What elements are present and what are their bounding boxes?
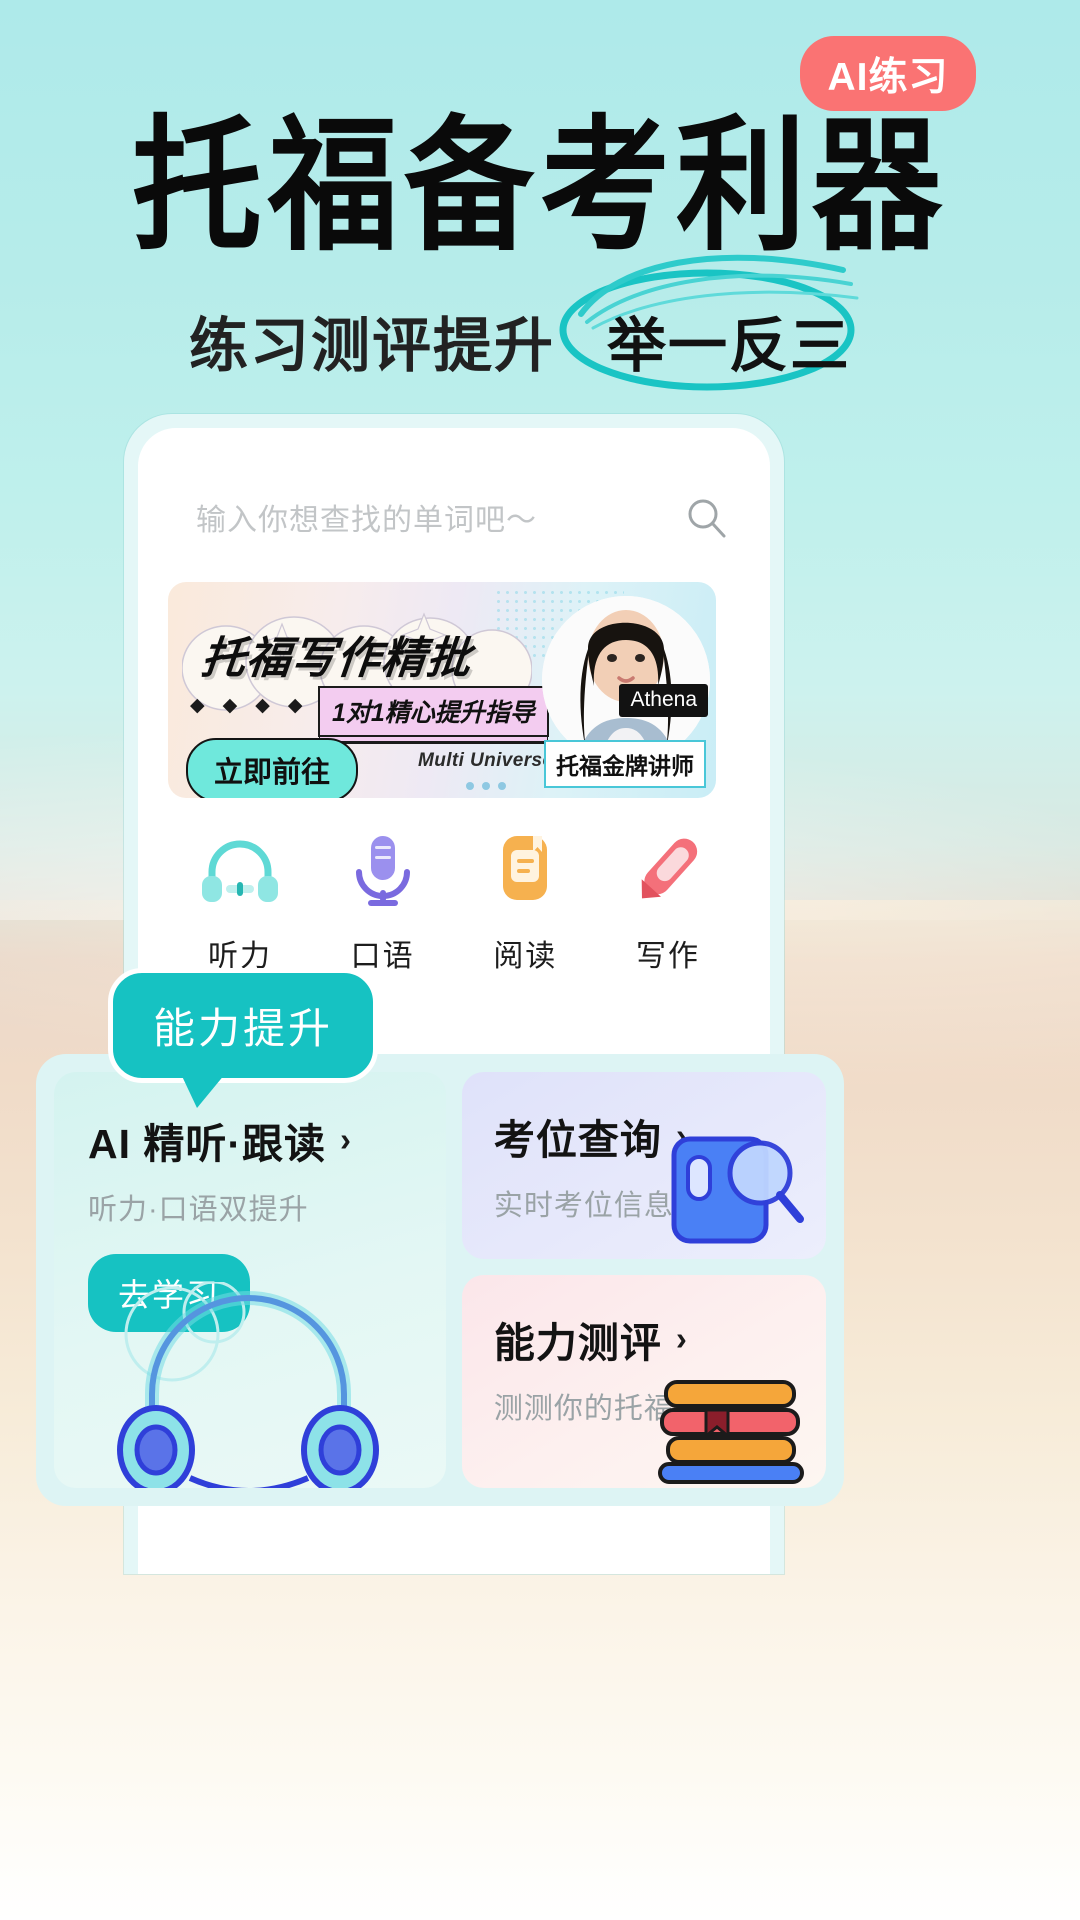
card-title: AI 精听·跟读: [88, 1121, 327, 1167]
category-item-listening[interactable]: 听力: [174, 832, 306, 975]
pager-dot[interactable]: [482, 782, 490, 790]
books-illustration: [658, 1380, 804, 1484]
diamond-icon: ◆: [255, 695, 270, 716]
diamond-icon: ◆: [222, 695, 238, 716]
banner-teacher-area: Athena 托福金牌讲师: [536, 582, 716, 798]
card-title: 考位查询: [493, 1117, 662, 1163]
banner-title: 托福写作精批: [198, 634, 475, 683]
exam-seat-card[interactable]: 考位查询 › 实时考位信息: [461, 1072, 826, 1260]
search-input[interactable]: 输入你想查找的单词吧～: [196, 495, 537, 539]
diamond-icon: ◆: [287, 695, 303, 716]
microphone-icon: [355, 836, 410, 906]
ai-practice-badge-label: AI练习: [827, 55, 949, 99]
pen-icon: [641, 838, 698, 899]
ai-listening-card[interactable]: AI 精听·跟读 › 听力·口语双提升 去学习: [54, 1072, 446, 1488]
chevron-right-icon: ›: [340, 1121, 353, 1158]
card-subtitle: 听力·口语双提升: [88, 1194, 309, 1226]
pager-dot[interactable]: [466, 782, 474, 790]
category-item-writing[interactable]: 写作: [602, 832, 734, 975]
poster-subtitle-left: 练习测评提升: [188, 313, 555, 379]
poster-headline: 托福备考利器: [131, 100, 948, 272]
banner-diamond-decor: ◆ ◆ ◆ ◆: [190, 694, 303, 717]
chevron-right-icon: ›: [675, 1320, 688, 1358]
search-icon[interactable]: [684, 495, 728, 539]
poster-subtitle-row: 练习测评提升 举一反三: [0, 254, 1080, 395]
diamond-icon: ◆: [190, 695, 205, 716]
search-bar[interactable]: 输入你想查找的单词吧～: [196, 488, 728, 546]
teacher-name-badge: Athena: [619, 684, 708, 717]
category-label: 写作: [635, 940, 700, 973]
ability-improvement-bubble: 能力提升: [108, 968, 379, 1108]
ai-practice-badge: AI练习: [800, 36, 976, 111]
right-card-column: 考位查询 › 实时考位信息 能力测评 › 测测你的托福能力: [461, 1072, 826, 1488]
teacher-role-badge: 托福金牌讲师: [544, 740, 706, 788]
category-item-reading[interactable]: 阅读: [459, 832, 591, 975]
poster-subtitle-circled-label: 举一反三: [607, 313, 852, 379]
banner-pager-dots[interactable]: [466, 782, 506, 790]
pager-dot[interactable]: [498, 782, 506, 790]
promo-banner[interactable]: 托福写作精批 ◆ ◆ ◆ ◆ 1对1精心提升指导 立即前往 Multi Univ…: [168, 582, 716, 798]
card-title-row: AI 精听·跟读 ›: [88, 1110, 446, 1170]
document-icon: [503, 836, 548, 900]
category-item-speaking[interactable]: 口语: [317, 832, 449, 975]
headphones-icon: [202, 840, 278, 902]
ability-improvement-bubble-label: 能力提升: [153, 1005, 334, 1052]
card-title-row: 能力测评 ›: [494, 1309, 826, 1369]
feature-card-panel: AI 精听·跟读 › 听力·口语双提升 去学习 考位查询 › 实时考位信息 能力…: [36, 1054, 844, 1506]
ability-assessment-card[interactable]: 能力测评 › 测测你的托福能力: [461, 1275, 826, 1488]
category-label: 阅读: [493, 940, 558, 973]
card-title: 能力测评: [493, 1320, 662, 1367]
poster-subtitle-circled: 举一反三: [559, 254, 891, 395]
search-book-illustration: [671, 1136, 804, 1244]
banner-tagline: 1对1精心提升指导: [318, 686, 549, 737]
category-shortcut-row: 听力 口语 阅读 写作: [174, 832, 734, 975]
headphones-illustration: [117, 1282, 379, 1488]
banner-cta-button[interactable]: 立即前往: [186, 738, 359, 798]
